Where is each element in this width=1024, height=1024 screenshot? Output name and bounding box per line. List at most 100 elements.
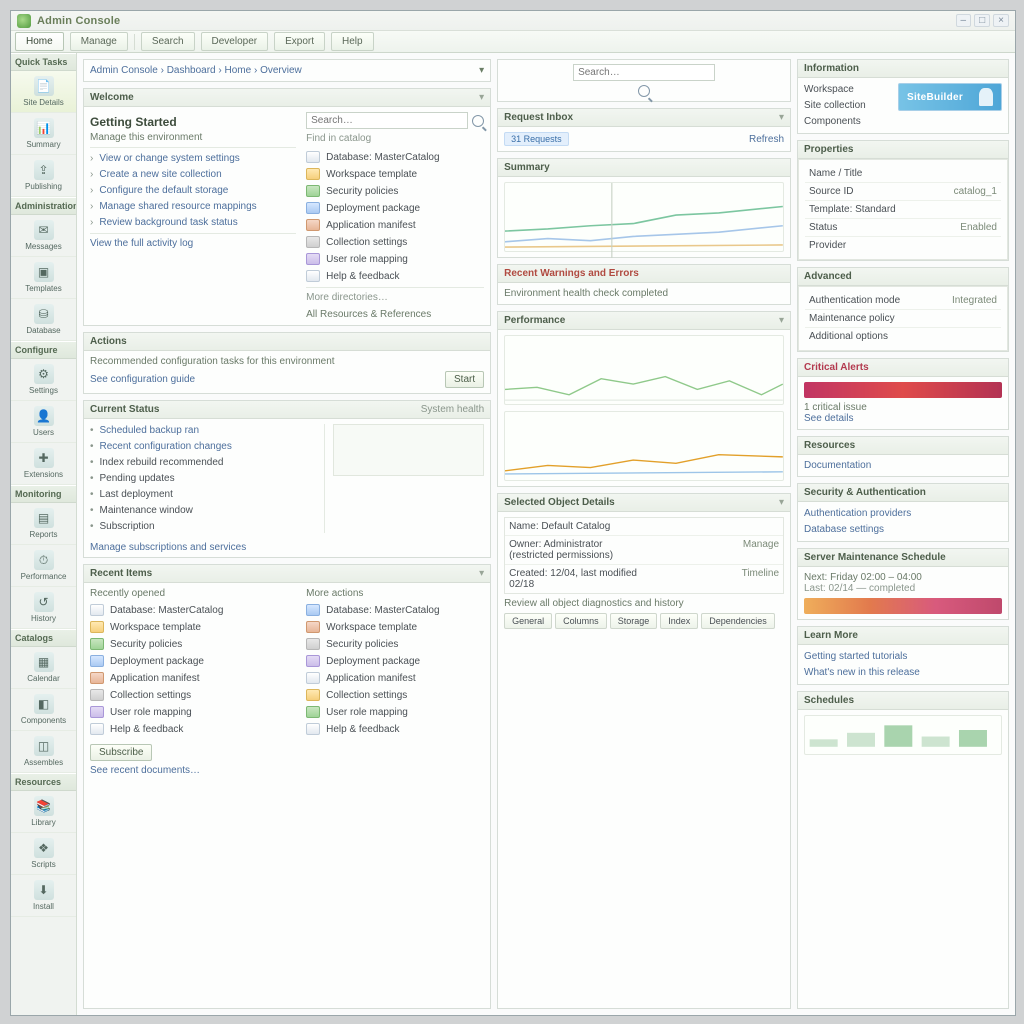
list-item[interactable]: Application manifest	[90, 671, 296, 685]
chevron-down-icon[interactable]: ▾	[779, 315, 784, 326]
nav-item[interactable]: 📚Library	[11, 791, 76, 833]
list-item[interactable]: •Last deployment	[90, 488, 314, 501]
tab-search[interactable]: Search	[141, 32, 195, 51]
chevron-down-icon[interactable]: ▾	[779, 112, 784, 123]
list-item[interactable]: Collection settings	[90, 688, 296, 702]
nav-item[interactable]: 📄Site Details	[11, 71, 76, 113]
list-item[interactable]: Database settings	[804, 523, 1002, 536]
nav-item[interactable]: ⚙Settings	[11, 359, 76, 401]
nav-item[interactable]: 📊Summary	[11, 113, 76, 155]
list-item[interactable]: Deployment package	[306, 654, 484, 668]
list-item[interactable]: Workspace template	[306, 167, 484, 181]
list-item[interactable]: Database: MasterCatalog	[306, 603, 484, 617]
list-item[interactable]: •Scheduled backup ran	[90, 424, 314, 437]
list-item[interactable]: ›Manage shared resource mappings	[90, 200, 296, 213]
list-item[interactable]: Getting started tutorials	[804, 650, 1002, 663]
list-item[interactable]: Security policies	[306, 184, 484, 198]
nav-item[interactable]: ⇪Publishing	[11, 155, 76, 197]
list-item[interactable]: Components	[804, 115, 892, 128]
nav-item[interactable]: ◫Assembles	[11, 731, 76, 773]
list-item[interactable]: Authentication providers	[804, 507, 1002, 520]
list-item[interactable]: Help & feedback	[306, 269, 484, 283]
mini-tab[interactable]: Index	[660, 613, 698, 629]
chevron-down-icon[interactable]: ▾	[479, 92, 484, 103]
list-item[interactable]: Collection settings	[306, 688, 484, 702]
close-button[interactable]: ×	[993, 14, 1009, 27]
list-item[interactable]: Security policies	[306, 637, 484, 651]
tab-home[interactable]: Home	[15, 32, 64, 51]
details-review-link[interactable]: Review all object diagnostics and histor…	[504, 598, 784, 609]
welcome-secondary-link[interactable]: View the full activity log	[90, 238, 296, 249]
list-item[interactable]: Database: MasterCatalog	[90, 603, 296, 617]
minimize-button[interactable]: –	[956, 14, 972, 27]
list-item[interactable]: ›Create a new site collection	[90, 168, 296, 181]
mini-tab[interactable]: General	[504, 613, 552, 629]
panel-actions-note[interactable]: See configuration guide	[90, 374, 195, 385]
list-item[interactable]: ›View or change system settings	[90, 152, 296, 165]
collapse-icon[interactable]: ▾	[479, 65, 484, 76]
mini-tab[interactable]: Storage	[610, 613, 658, 629]
nav-item[interactable]: ↺History	[11, 587, 76, 629]
panel-status-footer-link[interactable]: Manage subscriptions and services	[84, 538, 490, 557]
list-item[interactable]: Help & feedback	[306, 722, 484, 736]
subscribe-button[interactable]: Subscribe	[90, 744, 152, 761]
nav-item[interactable]: ⬇Install	[11, 875, 76, 917]
breadcrumb[interactable]: Admin Console › Dashboard › Home › Overv…	[90, 65, 302, 76]
list-item[interactable]: User role mapping	[306, 705, 484, 719]
search-input[interactable]	[306, 112, 468, 129]
maximize-button[interactable]: □	[974, 14, 990, 27]
nav-item[interactable]: ◧Components	[11, 689, 76, 731]
nav-item[interactable]: 👤Users	[11, 401, 76, 443]
list-item[interactable]: User role mapping	[90, 705, 296, 719]
chevron-down-icon[interactable]: ▾	[779, 497, 784, 508]
list-item[interactable]: •Pending updates	[90, 472, 314, 485]
list-item[interactable]: User role mapping	[306, 252, 484, 266]
list-item[interactable]: Deployment package	[306, 201, 484, 215]
list-item[interactable]: Workspace template	[90, 620, 296, 634]
list-item[interactable]: Application manifest	[306, 218, 484, 232]
chevron-down-icon[interactable]: ▾	[479, 568, 484, 579]
list-item[interactable]: Deployment package	[90, 654, 296, 668]
table-cell-action[interactable]: Manage	[646, 539, 779, 561]
search-icon[interactable]	[472, 115, 484, 127]
mini-tab[interactable]: Dependencies	[701, 613, 775, 629]
list-item[interactable]: What's new in this release	[804, 666, 1002, 679]
nav-item[interactable]: ❖Scripts	[11, 833, 76, 875]
list-item[interactable]: •Recent configuration changes	[90, 440, 314, 453]
list-item[interactable]: Security policies	[90, 637, 296, 651]
brand-banner[interactable]: SiteBuilder	[898, 83, 1002, 111]
list-item[interactable]: Application manifest	[306, 671, 484, 685]
list-item[interactable]: •Index rebuild recommended	[90, 456, 314, 469]
table-cell-action[interactable]: Timeline	[646, 568, 779, 590]
tab-help[interactable]: Help	[331, 32, 374, 51]
inbox-refresh[interactable]: Refresh	[749, 134, 784, 145]
list-item[interactable]: Workspace	[804, 83, 892, 96]
nav-item[interactable]: ✉Messages	[11, 215, 76, 257]
list-item[interactable]: •Maintenance window	[90, 504, 314, 517]
nav-item[interactable]: ✚Extensions	[11, 443, 76, 485]
search-icon[interactable]	[638, 85, 650, 97]
search-input[interactable]	[573, 64, 715, 81]
critical-line2[interactable]: See details	[804, 413, 1002, 424]
list-item[interactable]: Collection settings	[306, 235, 484, 249]
nav-item[interactable]: ⛁Database	[11, 299, 76, 341]
panel-actions-start-button[interactable]: Start	[445, 371, 484, 388]
nav-item[interactable]: ▤Reports	[11, 503, 76, 545]
resources-link[interactable]: Documentation	[804, 460, 871, 471]
alert-line[interactable]: Environment health check completed	[504, 288, 784, 299]
nav-item[interactable]: ⏱Performance	[11, 545, 76, 587]
tab-export[interactable]: Export	[274, 32, 325, 51]
list-item[interactable]: ›Configure the default storage	[90, 184, 296, 197]
list-item[interactable]: Workspace template	[306, 620, 484, 634]
welcome-right-more[interactable]: More directories…	[306, 292, 484, 303]
nav-item[interactable]: ▣Templates	[11, 257, 76, 299]
tab-developer[interactable]: Developer	[201, 32, 269, 51]
list-item[interactable]: ›Review background task status	[90, 216, 296, 229]
list-item[interactable]: Site collection	[804, 99, 892, 112]
list-item[interactable]: Help & feedback	[90, 722, 296, 736]
mini-tab[interactable]: Columns	[555, 613, 607, 629]
list-item[interactable]: Database: MasterCatalog	[306, 150, 484, 164]
tab-manage[interactable]: Manage	[70, 32, 128, 51]
nav-item[interactable]: ▦Calendar	[11, 647, 76, 689]
recent-see-more[interactable]: See recent documents…	[90, 765, 296, 776]
